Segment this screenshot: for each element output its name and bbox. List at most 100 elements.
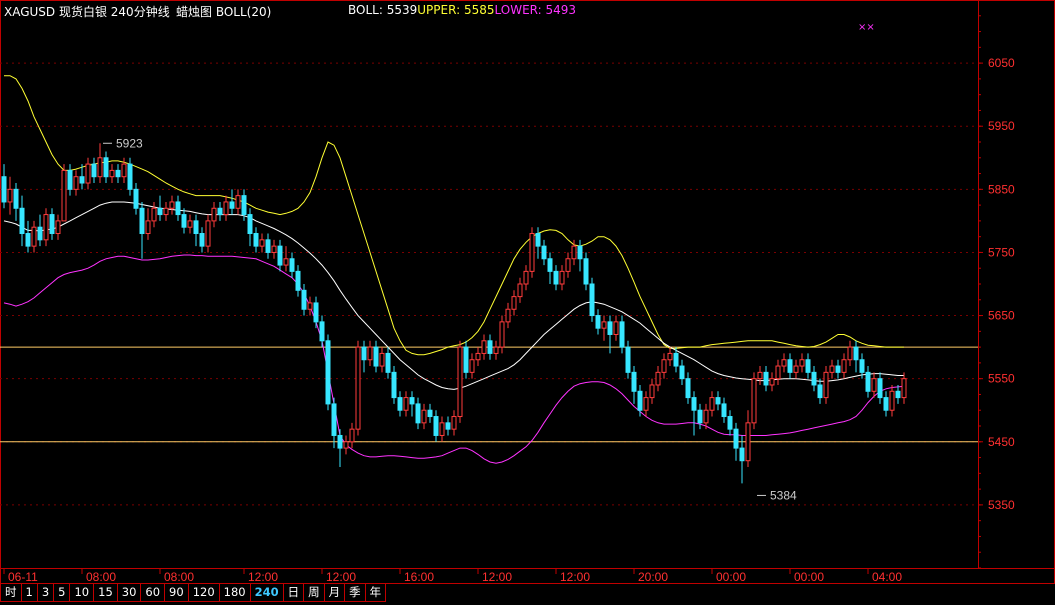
candle-down <box>127 163 133 190</box>
candle-up <box>403 397 409 411</box>
x-tick-label: 08:00 <box>86 570 116 584</box>
candle-down <box>1 176 7 203</box>
candle-up <box>205 220 211 247</box>
candle-down <box>115 169 121 178</box>
candle-down <box>589 283 595 317</box>
candle-down <box>139 207 145 235</box>
candle-up <box>31 226 37 247</box>
timeframe-tab[interactable]: 120 <box>187 584 220 602</box>
cross-marker: ×× <box>858 22 875 33</box>
candle-up <box>661 359 667 373</box>
candle-down <box>199 233 205 247</box>
candle-up <box>259 239 265 247</box>
timeframe-tab[interactable]: 年 <box>364 584 387 602</box>
candle-down <box>37 226 43 241</box>
symbol-title: XAGUSD 现货白银 240分钟线 <box>4 5 170 19</box>
candle-down <box>301 289 307 310</box>
candle-up <box>307 302 313 310</box>
timeframe-tab[interactable]: 1 <box>20 584 38 602</box>
candle-down <box>313 302 319 323</box>
candle-up <box>355 346 361 430</box>
candle-down <box>685 378 691 399</box>
timeframe-tab[interactable]: 5 <box>53 584 71 602</box>
candle-down <box>337 434 343 449</box>
candle-up <box>613 321 619 335</box>
x-tick-label: 12:00 <box>560 570 590 584</box>
candle-up <box>601 321 607 329</box>
candle-down <box>277 245 283 266</box>
candle-up <box>871 378 877 392</box>
candle-up <box>349 428 355 443</box>
candle-down <box>697 409 703 424</box>
candle-down <box>241 195 247 216</box>
candle-down <box>631 371 637 392</box>
candle-up <box>343 441 349 449</box>
candle-up <box>121 163 127 178</box>
y-tick-label: 5750 <box>988 245 1015 259</box>
candlestick-chart[interactable]: 6050 5950 5850 5750 5650 5550 5450 5350 06-11 08:… <box>0 0 1055 605</box>
candle-down <box>193 220 199 235</box>
x-tick-label: 20:00 <box>638 570 668 584</box>
candle-up <box>793 365 799 373</box>
candle-down <box>577 245 583 260</box>
candle-up <box>643 397 649 411</box>
x-tick-label: 00:00 <box>794 570 824 584</box>
candle-down <box>409 397 415 405</box>
boll-label: BOLL: <box>348 3 383 17</box>
candle-up <box>451 416 457 430</box>
timeframe-tab[interactable]: 周 <box>303 584 325 602</box>
candle-up <box>169 201 175 209</box>
annotation-label: 5923 <box>116 136 143 150</box>
candle-down <box>325 340 331 405</box>
candle-down <box>853 346 859 361</box>
candle-up <box>655 371 661 386</box>
candle-up <box>145 220 151 235</box>
timeframe-tab[interactable]: 月 <box>323 584 346 602</box>
y-tick-label: 5850 <box>988 182 1015 196</box>
y-tick-label: 6050 <box>988 56 1015 70</box>
candle-down <box>49 214 55 235</box>
candle-down <box>877 378 883 399</box>
candle-up <box>421 409 427 424</box>
candle-down <box>415 403 421 424</box>
timeframe-tab[interactable]: 90 <box>164 584 189 602</box>
timeframe-tab[interactable]: 季 <box>344 584 366 602</box>
timeframe-tabs: 时 1 3 5 10 15 30 60 90 120 180 240 日周月季年 <box>0 584 387 604</box>
x-tick-label: 04:00 <box>872 570 902 584</box>
candle-down <box>859 359 865 373</box>
candle-down <box>553 270 559 285</box>
candle-down <box>67 169 73 190</box>
candle-up <box>745 422 751 462</box>
candle-up <box>211 207 217 222</box>
chart-kind-label: 蜡烛图 BOLL(20) <box>176 5 272 19</box>
x-tick-label: 12:00 <box>248 570 278 584</box>
candle-down <box>811 371 817 386</box>
candle-up <box>667 352 673 361</box>
candle-up <box>283 258 289 266</box>
timeframe-tab[interactable]: 15 <box>93 584 118 602</box>
y-tick-label: 5450 <box>988 435 1015 449</box>
candle-down <box>253 233 259 247</box>
y-tick-label: 5650 <box>988 309 1015 323</box>
candle-up <box>151 207 157 222</box>
lower-label: LOWER: <box>494 3 542 17</box>
candle-up <box>499 321 505 348</box>
timeframe-tab[interactable]: 日 <box>282 584 305 602</box>
timeframe-tab[interactable]: 时 <box>0 584 22 602</box>
candle-up <box>511 296 517 310</box>
candle-down <box>445 422 451 430</box>
candle-up <box>73 176 79 190</box>
timeframe-tab[interactable]: 240 <box>249 584 284 602</box>
timeframe-tab[interactable]: 30 <box>116 584 142 602</box>
timeframe-tab[interactable]: 10 <box>69 584 95 602</box>
candle-up <box>841 359 847 373</box>
candle-down <box>373 346 379 367</box>
candle-up <box>757 371 763 380</box>
timeframe-tab[interactable]: 3 <box>36 584 55 602</box>
timeframe-tab[interactable]: 180 <box>218 584 251 602</box>
candle-up <box>439 422 445 436</box>
candle-up <box>7 188 13 203</box>
timeframe-tab[interactable]: 60 <box>140 584 166 602</box>
candle-down <box>463 346 469 373</box>
candle-down <box>541 245 547 260</box>
